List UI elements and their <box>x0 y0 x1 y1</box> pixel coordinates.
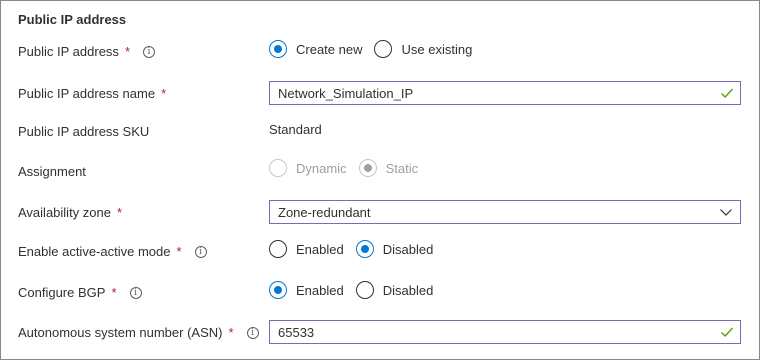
availability-zone-label-row: Availability zone * <box>18 205 122 220</box>
assignment-label: Assignment <box>18 164 86 179</box>
radio-bgp-disabled-label: Disabled <box>382 282 434 298</box>
bgp-radio-group: Enabled Disabled <box>269 281 445 299</box>
asn-input[interactable]: 65533 <box>269 320 741 344</box>
bgp-label: Configure BGP <box>18 285 106 300</box>
sku-label-row: Public IP address SKU <box>18 124 149 139</box>
required-marker: * <box>124 44 130 59</box>
public-ip-name-label: Public IP address name <box>18 86 156 101</box>
sku-value: Standard <box>269 122 322 137</box>
required-marker: * <box>176 244 182 259</box>
radio-selected-icon <box>269 281 287 299</box>
radio-active-active-disabled-label: Disabled <box>382 241 434 257</box>
asn-value: 65533 <box>278 324 315 340</box>
info-icon[interactable] <box>143 45 155 58</box>
radio-disabled-selected-icon <box>358 159 377 177</box>
radio-static: Static <box>358 159 419 177</box>
radio-disabled-icon <box>269 159 287 177</box>
info-icon[interactable] <box>246 326 259 339</box>
asn-label-row: Autonomous system number (ASN) * <box>18 325 259 340</box>
radio-dynamic: Dynamic <box>269 159 347 177</box>
sku-label: Public IP address SKU <box>18 124 150 139</box>
valid-check-icon <box>721 327 734 337</box>
radio-bgp-enabled[interactable]: Enabled <box>269 281 344 299</box>
required-marker: * <box>111 285 117 300</box>
availability-zone-dropdown[interactable]: Zone-redundant <box>269 200 741 224</box>
radio-create-new-label: Create new <box>296 41 363 57</box>
radio-unselected-icon <box>269 240 287 258</box>
required-marker: * <box>161 86 167 101</box>
radio-selected-icon <box>355 240 374 258</box>
radio-selected-icon <box>269 40 287 58</box>
radio-use-existing-label: Use existing <box>401 41 473 57</box>
required-marker: * <box>116 205 123 220</box>
availability-zone-value: Zone-redundant <box>278 204 371 220</box>
radio-bgp-disabled[interactable]: Disabled <box>355 281 434 299</box>
availability-zone-label: Availability zone <box>18 205 111 220</box>
public-ip-name-input[interactable]: Network_Simulation_IP <box>269 81 741 105</box>
assignment-label-row: Assignment <box>18 164 86 179</box>
required-marker: * <box>228 325 234 340</box>
active-active-radio-group: Enabled Disabled <box>269 240 445 258</box>
bgp-label-row: Configure BGP * <box>18 285 142 300</box>
section-title: Public IP address <box>18 12 127 27</box>
info-icon[interactable] <box>129 286 142 299</box>
radio-dynamic-label: Dynamic <box>296 160 347 176</box>
radio-use-existing[interactable]: Use existing <box>374 40 472 58</box>
radio-unselected-icon <box>355 281 374 299</box>
radio-unselected-icon <box>374 40 393 58</box>
valid-check-icon <box>721 88 734 98</box>
public-ip-name-label-row: Public IP address name * <box>18 86 166 101</box>
chevron-down-icon <box>720 209 732 216</box>
info-icon[interactable] <box>194 245 207 258</box>
public-ip-label: Public IP address <box>18 44 119 59</box>
asn-label: Autonomous system number (ASN) <box>18 325 223 340</box>
radio-active-active-enabled-label: Enabled <box>296 241 344 257</box>
public-ip-radio-group: Create new Use existing <box>269 40 484 58</box>
radio-static-label: Static <box>385 160 419 176</box>
radio-create-new[interactable]: Create new <box>269 40 362 58</box>
active-active-label: Enable active-active mode <box>18 244 171 259</box>
radio-bgp-enabled-label: Enabled <box>296 282 344 298</box>
radio-active-active-disabled[interactable]: Disabled <box>355 240 434 258</box>
public-ip-name-value: Network_Simulation_IP <box>278 85 414 101</box>
public-ip-label-row: Public IP address * <box>18 44 155 59</box>
radio-active-active-enabled[interactable]: Enabled <box>269 240 344 258</box>
active-active-label-row: Enable active-active mode * <box>18 244 207 259</box>
assignment-radio-group: Dynamic Static <box>269 159 430 177</box>
